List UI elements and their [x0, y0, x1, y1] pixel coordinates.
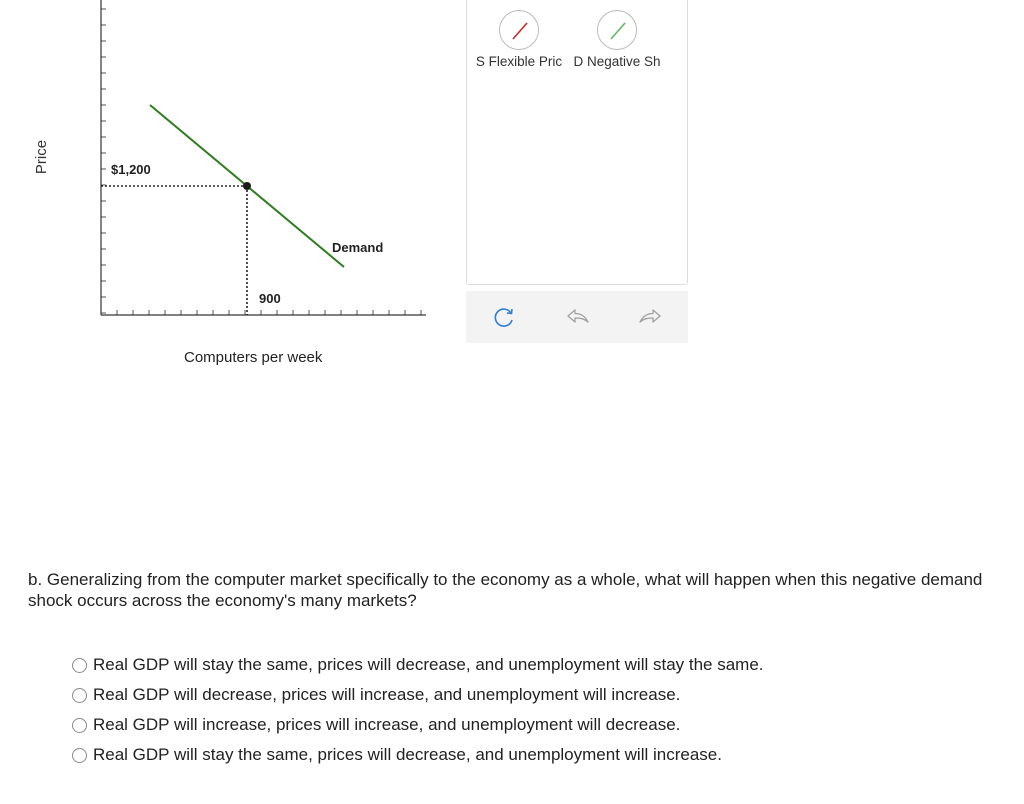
supply-tool-button[interactable] [499, 10, 539, 50]
reset-icon [494, 308, 513, 327]
redo-icon [639, 309, 661, 323]
supply-line-tool[interactable]: S Flexible Pric [471, 10, 567, 72]
question-text: b. Generalizing from the computer market… [28, 570, 983, 610]
x-axis-label: Computers per week [184, 349, 323, 366]
answer-option-text[interactable]: Real GDP will stay the same, prices will… [93, 745, 722, 765]
demand-tool-label: D Negative Sh [573, 54, 661, 69]
demand-curve-label: Demand [332, 240, 384, 255]
undo-button[interactable] [564, 303, 592, 331]
answer-option[interactable]: Real GDP will decrease, prices will incr… [72, 680, 764, 710]
equilibrium-point[interactable] [243, 182, 251, 190]
answer-option-text[interactable]: Real GDP will increase, prices will incr… [93, 715, 680, 735]
demand-line-icon [610, 22, 626, 40]
radio-button[interactable] [72, 717, 87, 733]
answer-option-text[interactable]: Real GDP will decrease, prices will incr… [93, 685, 680, 705]
demand-tool-button[interactable] [597, 10, 637, 50]
answer-option[interactable]: Real GDP will increase, prices will incr… [72, 710, 764, 740]
answer-option-text[interactable]: Real GDP will stay the same, prices will… [93, 655, 764, 675]
tool-palette: S Flexible Pric D Negative Sh [466, 0, 688, 285]
answer-option[interactable]: Real GDP will stay the same, prices will… [72, 740, 764, 770]
demand-line-tool[interactable]: D Negative Sh [569, 10, 665, 72]
quantity-label: 900 [259, 291, 281, 306]
undo-icon [567, 309, 589, 323]
radio-button[interactable] [72, 747, 87, 763]
y-axis-label: Price [33, 139, 50, 175]
radio-button[interactable] [72, 657, 87, 673]
graph-canvas[interactable] [0, 0, 460, 380]
answer-options: Real GDP will stay the same, prices will… [72, 650, 764, 770]
radio-button[interactable] [72, 687, 87, 703]
redo-button[interactable] [636, 303, 664, 331]
supply-line-icon [512, 22, 528, 40]
reset-button[interactable] [490, 303, 518, 331]
graph-area[interactable]: Price $1,200 Demand 900 Computers per we… [0, 0, 460, 380]
price-label: $1,200 [111, 162, 151, 177]
graph-action-bar [466, 291, 688, 343]
answer-option[interactable]: Real GDP will stay the same, prices will… [72, 650, 764, 680]
supply-tool-label: S Flexible Pric [475, 54, 563, 69]
